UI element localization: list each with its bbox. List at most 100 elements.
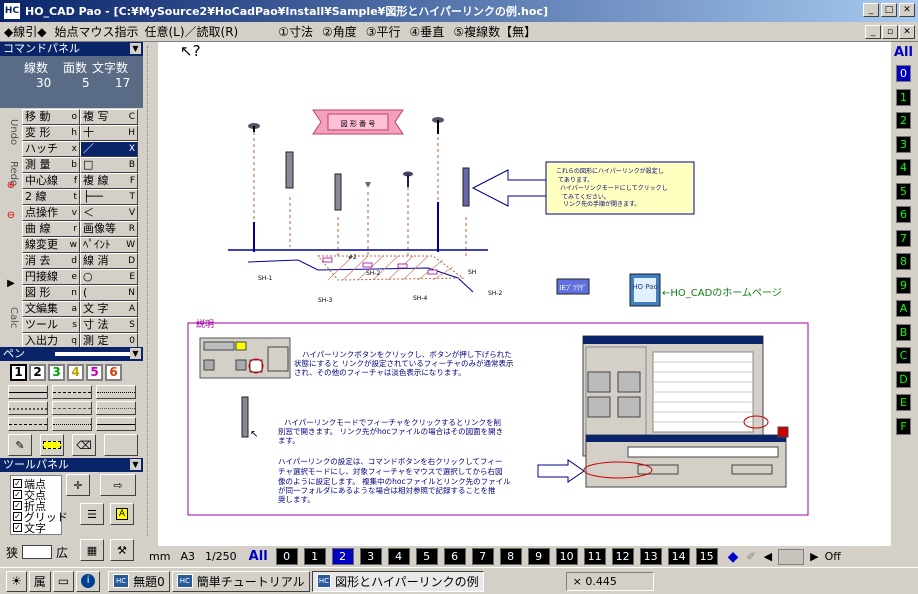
command-button[interactable]: 測 量b (22, 157, 80, 173)
post-4[interactable] (365, 182, 371, 188)
tab-untitled[interactable]: HC 無題0 (108, 570, 170, 592)
command-button[interactable]: 変 形h (22, 125, 80, 141)
line-style-solid[interactable] (8, 385, 48, 399)
calculator-icon[interactable]: ▦ (80, 539, 104, 561)
pen-layer-1[interactable]: 1 (303, 548, 326, 565)
mode-arbitrary-read[interactable]: 任意(L)／読取(R) (144, 23, 238, 40)
checkbox-icon[interactable]: ✓ (13, 512, 22, 521)
post-6[interactable] (432, 117, 444, 134)
pencil-icon[interactable]: ✎ (8, 434, 32, 456)
command-button[interactable]: ○ E (80, 269, 138, 285)
post-1[interactable] (248, 123, 260, 132)
command-button[interactable]: 文編集 a (22, 301, 80, 317)
scroll-right-icon[interactable]: ▶ (810, 550, 818, 563)
mode-line[interactable]: ◆線引◆ (4, 23, 46, 40)
pen-layer-9[interactable]: 9 (527, 548, 550, 565)
checkbox-icon[interactable]: ✓ (13, 501, 22, 510)
window-icon[interactable]: ▭ (52, 570, 75, 592)
mode-vertical[interactable]: ④垂直 (410, 23, 445, 40)
mode-parallel[interactable]: ③平行 (366, 23, 401, 40)
crosshair-icon[interactable]: ✛ (66, 474, 90, 496)
command-button[interactable]: 複 線F (80, 173, 138, 189)
post-7[interactable] (462, 167, 470, 207)
command-button[interactable]: ハッチ x (22, 141, 80, 157)
command-button[interactable]: ／ X (80, 141, 138, 157)
pen-button-1[interactable]: 1 (10, 364, 27, 381)
pen-layer-5[interactable]: 5 (415, 548, 438, 565)
command-button[interactable]: ﾍﾟｲﾝﾄ W (80, 237, 138, 253)
pen-button-2[interactable]: 2 (29, 364, 46, 381)
tab-hyperlink-example[interactable]: HC 図形とハイパーリンクの例 (311, 570, 484, 592)
tool-panel-close-icon[interactable]: ▼ (130, 459, 141, 470)
command-button[interactable]: 十H (80, 125, 138, 141)
command-button[interactable]: (N (80, 285, 138, 301)
command-button[interactable]: 円接線 e (22, 269, 80, 285)
command-button[interactable]: 点操作 v (22, 205, 80, 221)
command-button[interactable]: 線変更 w (22, 237, 80, 253)
pen-layer-0[interactable]: 0 (275, 548, 298, 565)
checkbox-icon[interactable]: ✓ (13, 479, 22, 488)
pen-layer-11[interactable]: 11 (583, 548, 606, 565)
mdi-minimize-button[interactable]: _ (865, 25, 881, 39)
pen-layer-13[interactable]: 13 (639, 548, 662, 565)
homepage-link[interactable]: HO Pao ←HO_CADのホームページ (629, 273, 782, 307)
command-button[interactable]: □ B (80, 157, 138, 173)
pen-all-button[interactable]: All (249, 549, 268, 564)
banner-shape[interactable]: 図 形 番 号 (312, 109, 404, 135)
layer-button-E[interactable]: E (896, 394, 911, 411)
pen-layer-6[interactable]: 6 (443, 548, 466, 565)
command-button[interactable]: 2 線 t (22, 189, 80, 205)
command-button[interactable]: 中心線 f (22, 173, 80, 189)
pen-button-5[interactable]: 5 (86, 364, 103, 381)
minimize-button[interactable]: _ (863, 3, 879, 17)
layer-button-C[interactable]: C (896, 347, 911, 364)
maximize-button[interactable]: □ (881, 3, 897, 17)
post-2[interactable] (285, 151, 294, 189)
layer-button-5[interactable]: 5 (896, 182, 911, 200)
paper-label[interactable]: A3 (180, 550, 195, 563)
post-3[interactable] (334, 173, 342, 211)
command-button[interactable]: ツール s (22, 317, 80, 333)
horizontal-scrollbar[interactable] (778, 548, 805, 565)
layer-button-8[interactable]: 8 (896, 253, 911, 270)
brush-icon[interactable]: ✐ (746, 550, 755, 563)
command-button[interactable]: 移 動o (22, 109, 80, 125)
command-button[interactable]: 線 消D (80, 253, 138, 269)
command-button[interactable]: ＜ V (80, 205, 138, 221)
mode-angle[interactable]: ②角度 (322, 23, 357, 40)
checkbox-icon[interactable]: ✓ (13, 490, 22, 499)
pen-layer-12[interactable]: 12 (611, 548, 634, 565)
layer-button-1[interactable]: 1 (896, 88, 911, 106)
undo-tab[interactable]: Undo (3, 112, 19, 152)
ie-browser-button[interactable]: IEﾌﾞﾗｳｻﾞ (556, 278, 590, 295)
line-style-long[interactable] (52, 401, 92, 415)
info-icon[interactable]: i (76, 570, 101, 592)
layer-button-B[interactable]: B (896, 323, 911, 341)
line-style-dashdot[interactable] (8, 401, 48, 415)
checkbox-icon[interactable]: ✓ (13, 523, 22, 532)
scale-label[interactable]: 1/250 (205, 550, 237, 563)
layer-button-6[interactable]: 6 (896, 206, 911, 223)
calc-tab[interactable]: Calc (3, 304, 19, 332)
layer-button-3[interactable]: 3 (896, 135, 911, 153)
line-style-wave[interactable] (96, 401, 136, 415)
panel-close-icon[interactable]: ▼ (130, 43, 141, 54)
grid-spacing-slider[interactable] (22, 545, 52, 559)
attribute-button[interactable]: 属 (28, 570, 51, 592)
pen-button-3[interactable]: 3 (48, 364, 65, 381)
pen-layer-10[interactable]: 10 (555, 548, 578, 565)
bulb-icon[interactable]: ☀ (6, 570, 27, 592)
command-button[interactable]: 文 字A (80, 301, 138, 317)
line-style-9[interactable] (96, 417, 136, 431)
line-style-7[interactable] (8, 417, 48, 431)
layer-button-F[interactable]: F (896, 417, 911, 435)
command-button[interactable]: 曲 線r (22, 221, 80, 237)
mode-dimension[interactable]: ①寸法 (278, 23, 313, 40)
pen-layer-2[interactable]: 2 (331, 548, 354, 565)
pen-button-4[interactable]: 4 (67, 364, 84, 381)
layer-button-A[interactable]: A (896, 300, 911, 317)
line-style-dot[interactable] (96, 385, 136, 399)
pen-panel-close-icon[interactable]: ▼ (130, 348, 141, 359)
pen-layer-3[interactable]: 3 (359, 548, 382, 565)
color-select-icon[interactable] (104, 434, 138, 456)
